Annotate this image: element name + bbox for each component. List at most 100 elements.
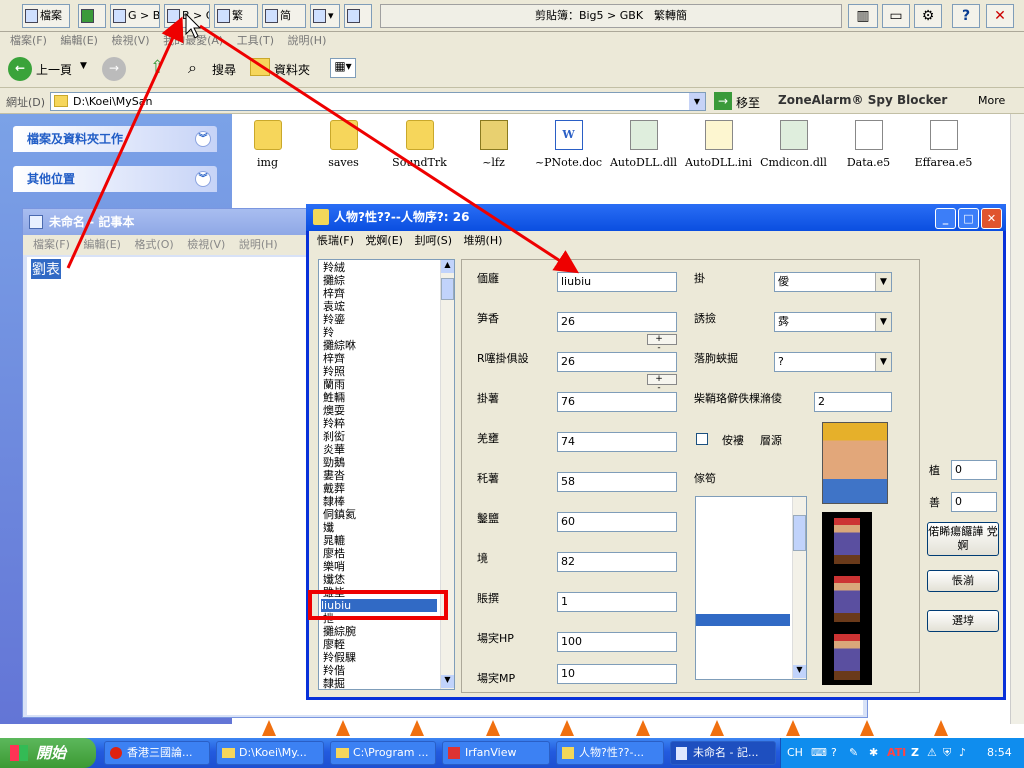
file-item[interactable]: Effarea.e5 bbox=[906, 120, 981, 169]
scroll-up-icon[interactable]: ▲ bbox=[441, 260, 454, 273]
scroll-thumb[interactable] bbox=[441, 278, 454, 300]
list-item[interactable]: 攤綜 bbox=[323, 274, 345, 287]
zonealarm-icon[interactable]: Z bbox=[911, 738, 919, 768]
scroll-down-icon[interactable]: ▼ bbox=[441, 675, 454, 688]
editor-menu-save[interactable]: 刲呵(S) bbox=[414, 231, 452, 251]
file-item[interactable]: SoundTrk bbox=[382, 120, 457, 169]
character-name-list[interactable]: ▲ ▼ 羚絨 攤綜 梓齊 袁竤 羚鎏羚攤綜咻 梓齊 羚照 蘭雨 鮏輛 燠耍 羚粹 刹衒 炎華 勁鵝 婁沓 戴葬… bbox=[318, 259, 455, 690]
list-item[interactable]: 羚照 bbox=[323, 365, 345, 378]
taskbar-item[interactable]: IrfanView bbox=[442, 741, 550, 765]
list-item[interactable]: 侗鎮氦 bbox=[323, 508, 356, 521]
list-item[interactable]: 燠耍 bbox=[323, 404, 345, 417]
name-input[interactable]: liubiu bbox=[557, 272, 677, 292]
action-button[interactable]: 偌睎瘍饠譁 党婀 bbox=[927, 522, 999, 556]
increment-decrement-stepper[interactable]: + - bbox=[647, 374, 677, 393]
list-item[interactable]: 孅 bbox=[323, 521, 334, 534]
list-item[interactable]: 隸棒 bbox=[323, 495, 345, 508]
list-item[interactable]: 雖坒 bbox=[323, 586, 345, 599]
menu-help[interactable]: 說明(H) bbox=[288, 32, 327, 48]
gear-icon[interactable]: ✱ bbox=[869, 738, 878, 768]
list-item[interactable]: 羚絨 bbox=[323, 261, 345, 274]
start-button[interactable]: 開始 bbox=[0, 738, 96, 768]
checkbox[interactable] bbox=[696, 433, 708, 445]
file-item[interactable]: saves bbox=[306, 120, 381, 169]
gbk-to-big5-button[interactable]: G > B bbox=[110, 4, 160, 28]
big5-to-gbk-button[interactable]: B > G bbox=[164, 4, 210, 28]
list-item[interactable]: 刹衒 bbox=[323, 430, 345, 443]
maximize-button[interactable]: □ bbox=[958, 208, 979, 229]
list-item[interactable]: 勁鵝 bbox=[323, 456, 345, 469]
notepad-menu-view[interactable]: 檢視(V) bbox=[187, 235, 225, 255]
list-item[interactable]: 隸掘 bbox=[323, 677, 345, 689]
file-item[interactable]: ~lfz bbox=[456, 120, 531, 169]
action-button[interactable]: 選埻 bbox=[927, 610, 999, 632]
keyboard-icon[interactable]: ⌨ bbox=[811, 738, 827, 768]
scroll-thumb[interactable] bbox=[793, 515, 806, 551]
window-close-button[interactable]: ✕ bbox=[981, 208, 1002, 229]
pen-icon[interactable]: ✎ bbox=[849, 738, 858, 768]
stat-input[interactable]: 82 bbox=[557, 552, 677, 572]
notepad-menu-format[interactable]: 格式(O) bbox=[134, 235, 173, 255]
taskbar-item[interactable]: D:\Koei\My... bbox=[216, 741, 324, 765]
list-item[interactable]: 袁竤 bbox=[323, 300, 345, 313]
items-scrollbar[interactable]: ▼ bbox=[792, 497, 806, 679]
volume-icon[interactable]: ♪ bbox=[959, 738, 966, 768]
list-item[interactable]: 羚粹 bbox=[323, 417, 345, 430]
help-button[interactable]: ? bbox=[952, 4, 980, 28]
notepad-menu-file[interactable]: 檔案(F) bbox=[33, 235, 70, 255]
scroll-down-icon[interactable]: ▼ bbox=[793, 665, 806, 678]
editor-menu-file[interactable]: 悵瑞(F) bbox=[317, 231, 354, 251]
list-item[interactable]: 攤綜咻 bbox=[323, 339, 356, 352]
back-dropdown-icon[interactable]: ▼ bbox=[80, 61, 87, 71]
stat-input[interactable]: 60 bbox=[557, 512, 677, 532]
language-indicator[interactable]: CH bbox=[787, 738, 803, 768]
chevron-down-icon[interactable]: ▼ bbox=[875, 353, 891, 371]
list-item[interactable]: 廖輊 bbox=[323, 638, 345, 651]
stat-input[interactable]: 26 bbox=[557, 312, 677, 332]
file-item[interactable]: Cmdicon.dll bbox=[756, 120, 831, 169]
back-arrow-icon[interactable]: ← bbox=[8, 57, 32, 81]
taskbar-item[interactable]: 香港三國論... bbox=[104, 741, 210, 765]
items-list[interactable]: ▼ bbox=[695, 496, 807, 680]
list-item[interactable]: 孅恷 bbox=[323, 573, 345, 586]
other-places-panel[interactable]: 其他位置 ︾ bbox=[13, 166, 217, 192]
file-item[interactable]: AutoDLL.dll bbox=[606, 120, 681, 169]
chevron-down-icon[interactable]: ▼ bbox=[875, 273, 891, 291]
minimize-button[interactable]: _ bbox=[935, 208, 956, 229]
list-item[interactable]: 羚 bbox=[323, 326, 334, 339]
chevron-down-icon[interactable]: ︾ bbox=[195, 171, 211, 187]
window-button[interactable]: ▭ bbox=[882, 4, 910, 28]
stat-input[interactable]: 74 bbox=[557, 432, 677, 452]
close-button[interactable]: ✕ bbox=[986, 4, 1014, 28]
select-field[interactable]: 霠 ▼ bbox=[774, 312, 892, 332]
forward-arrow-icon[interactable]: → bbox=[102, 57, 126, 81]
selected-list-item[interactable]: liubiu bbox=[321, 599, 437, 612]
name-list-scrollbar[interactable]: ▲ ▼ bbox=[440, 260, 454, 689]
address-dropdown-icon[interactable]: ▼ bbox=[689, 93, 705, 110]
zonealarm-spy-blocker[interactable]: ZoneAlarm® Spy Blocker bbox=[778, 93, 947, 107]
list-item[interactable]: 攤綜腕 bbox=[323, 625, 356, 638]
mp-input[interactable]: 10 bbox=[557, 664, 677, 684]
stat-input[interactable]: 76 bbox=[557, 392, 677, 412]
increment-decrement-stepper[interactable]: + - bbox=[647, 334, 677, 353]
up-folder-icon[interactable]: ⇧ bbox=[150, 57, 172, 79]
stat-input[interactable]: 0 bbox=[951, 460, 997, 480]
stat-input[interactable]: 2 bbox=[814, 392, 892, 412]
address-input[interactable]: D:\Koei\MySan ▼ bbox=[50, 92, 706, 111]
notepad-menu-help[interactable]: 說明(H) bbox=[239, 235, 278, 255]
stat-input[interactable]: 26 bbox=[557, 352, 677, 372]
list-item[interactable]: 羚假騍 bbox=[323, 651, 356, 664]
go-arrow-icon[interactable]: → bbox=[714, 92, 732, 110]
help-tray-icon[interactable]: ? bbox=[831, 738, 837, 768]
stat-input[interactable]: 1 bbox=[557, 592, 677, 612]
action-button[interactable]: 悵湔 bbox=[927, 570, 999, 592]
editor-menu-help[interactable]: 堆朔(H) bbox=[464, 231, 503, 251]
simplified-button[interactable]: 简 bbox=[262, 4, 306, 28]
network-icon[interactable]: ⚠ bbox=[927, 738, 937, 768]
taskbar-item[interactable]: C:\Program ... bbox=[330, 741, 436, 765]
chevron-down-icon[interactable]: ︾ bbox=[195, 131, 211, 147]
menu-file[interactable]: 檔案(F) bbox=[10, 32, 47, 48]
list-item[interactable]: 炎華 bbox=[323, 443, 345, 456]
list-item[interactable] bbox=[696, 614, 790, 626]
stat-input[interactable]: 58 bbox=[557, 472, 677, 492]
